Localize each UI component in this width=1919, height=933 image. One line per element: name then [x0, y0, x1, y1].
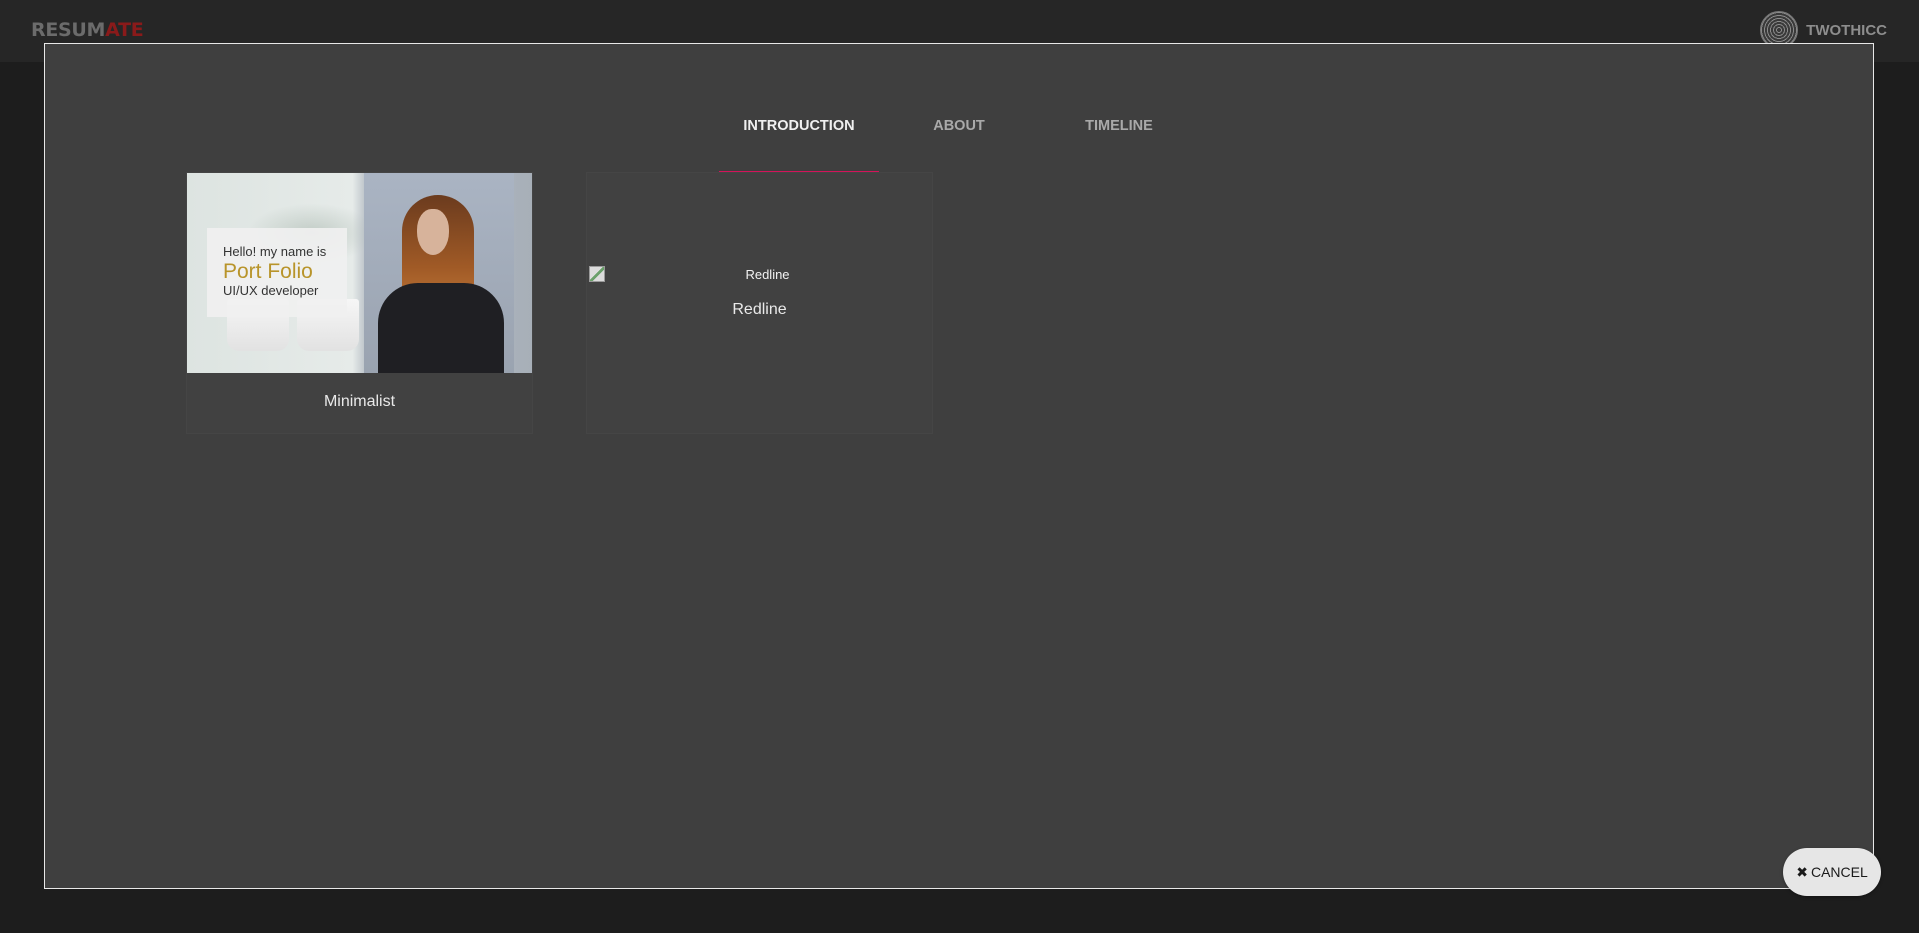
- preview-text-box: Hello! my name is Port Folio UI/UX devel…: [207, 228, 347, 317]
- tab-timeline[interactable]: TIMELINE: [1039, 79, 1199, 173]
- template-name: Redline: [732, 301, 787, 318]
- preview-role: UI/UX developer: [223, 283, 319, 298]
- app-logo[interactable]: RESUMATE: [31, 19, 144, 41]
- logo-text-primary: RESUM: [31, 19, 106, 41]
- preview-portrait-photo: [364, 173, 514, 373]
- close-icon: ✖: [1796, 863, 1808, 880]
- template-picker-modal: INTRODUCTION ABOUT TIMELINE Hello! my na…: [44, 43, 1881, 896]
- template-name: Minimalist: [323, 393, 396, 410]
- tab-introduction[interactable]: INTRODUCTION: [719, 79, 879, 173]
- template-preview-image: Hello! my name is Port Folio UI/UX devel…: [187, 173, 532, 373]
- image-alt-text: Redline: [745, 266, 790, 282]
- username: TWOTHICC: [1806, 21, 1887, 39]
- section-tabs: INTRODUCTION ABOUT TIMELINE: [719, 79, 1199, 173]
- broken-image: Redline: [589, 265, 930, 283]
- cancel-label: CANCEL: [1810, 864, 1868, 880]
- template-card-redline[interactable]: Redline Redline: [587, 173, 932, 433]
- cancel-button[interactable]: ✖ CANCEL: [1783, 848, 1881, 896]
- tab-about[interactable]: ABOUT: [879, 79, 1039, 173]
- logo-text-accent: ATE: [105, 19, 144, 41]
- preview-name: Port Folio: [223, 260, 313, 283]
- preview-greeting: Hello! my name is: [223, 244, 327, 259]
- template-card-minimalist[interactable]: Hello! my name is Port Folio UI/UX devel…: [187, 173, 532, 433]
